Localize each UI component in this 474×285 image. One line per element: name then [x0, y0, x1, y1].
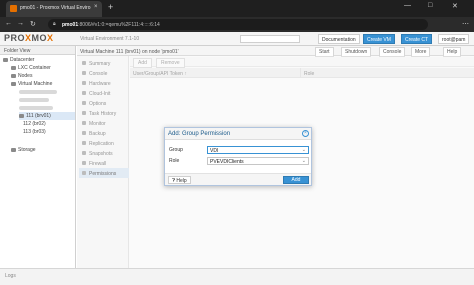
tree-item-vm-111[interactable]: 111 (brv01)	[19, 112, 75, 120]
forward-icon[interactable]: →	[17, 20, 24, 27]
tree-item-blurred[interactable]	[19, 97, 49, 103]
datacenter-icon	[3, 57, 8, 62]
role-select[interactable]: PVEVDIClients ⌄	[207, 157, 309, 165]
address-bar: ← → ↻ 🔒︎ pmo01:8006/#v1:0:=qemu%2F111:4:…	[0, 17, 474, 32]
content-title-bar: Virtual Machine 111 (brv01) on node 'pmo…	[77, 46, 474, 57]
reload-icon[interactable]: ↻	[30, 20, 36, 28]
app-header: PROXMOX Virtual Environment 7.1-10 Docum…	[0, 32, 474, 46]
create-ct-button[interactable]: Create CT	[401, 34, 433, 44]
tree-item-blurred[interactable]	[19, 105, 53, 111]
page-title: Virtual Machine 111 (brv01) on node 'pmo…	[80, 48, 179, 55]
browser-menu-icon[interactable]: ⋯	[462, 20, 469, 28]
documentation-button[interactable]: Documentation	[318, 34, 360, 44]
tab-close-icon[interactable]: ×	[94, 4, 98, 10]
tree-item-nodes[interactable]: Nodes	[11, 73, 32, 79]
log-label: Logs	[5, 273, 16, 279]
search-input[interactable]	[240, 35, 300, 43]
monitor-icon	[19, 113, 24, 118]
tab-title: pmo01 - Proxmox Virtual Enviro	[20, 5, 91, 11]
create-vm-button[interactable]: Create VM	[363, 34, 395, 44]
group-select[interactable]: VDI ⌄	[207, 146, 309, 154]
tree-item-blurred[interactable]	[19, 89, 57, 95]
dialog-title: Add: Group Permission	[168, 131, 231, 137]
tree-item-vm-113[interactable]: 113 (br03)	[23, 129, 46, 135]
proxmox-favicon-icon	[10, 5, 17, 12]
chevron-down-icon[interactable]: ⌄	[302, 158, 306, 164]
role-label: Role	[169, 158, 180, 164]
tree-item-storage[interactable]: Storage	[11, 147, 36, 153]
minimize-icon[interactable]: —	[404, 2, 411, 9]
lock-icon: 🔒︎	[53, 21, 56, 27]
folder-icon	[11, 65, 16, 70]
user-menu-button[interactable]: root@pam	[438, 34, 470, 44]
proxmox-logo: PROXMOX	[4, 33, 54, 43]
tree-item-datacenter[interactable]: Datacenter	[3, 57, 34, 63]
group-label: Group	[169, 147, 183, 153]
browser-tab[interactable]: pmo01 - Proxmox Virtual Enviro ×	[6, 1, 102, 17]
back-icon[interactable]: ←	[5, 20, 12, 27]
window-close-icon[interactable]: ✕	[452, 2, 458, 10]
dialog-help-button[interactable]: ❓︎ Help	[168, 176, 191, 184]
dialog-header: Add: Group Permission ×	[165, 128, 311, 140]
url-text: pmo01:8006/#v1:0:=qemu%2F111:4:::::6:14	[62, 21, 160, 28]
new-tab-button[interactable]: +	[108, 2, 113, 12]
resource-tree: Folder View Datacenter LXC Container Nod…	[0, 46, 76, 268]
tree-view-selector[interactable]: Folder View	[0, 46, 75, 55]
tree-item-lxc[interactable]: LXC Container	[11, 65, 51, 71]
version-label: Virtual Environment 7.1-10	[80, 36, 140, 42]
log-panel[interactable]: Logs	[0, 268, 474, 285]
add-group-permission-dialog: Add: Group Permission × Group VDI ⌄ Role …	[164, 127, 312, 186]
storage-icon	[11, 147, 16, 152]
folder-icon	[11, 73, 16, 78]
tree-item-vm-112[interactable]: 112 (br02)	[23, 121, 46, 127]
close-icon[interactable]: ×	[302, 130, 309, 137]
browser-tab-strip: pmo01 - Proxmox Virtual Enviro × + — □ ✕	[0, 0, 474, 17]
chevron-down-icon[interactable]: ⌄	[302, 147, 306, 153]
dialog-add-button[interactable]: Add	[283, 176, 309, 184]
url-input[interactable]: 🔒︎ pmo01:8006/#v1:0:=qemu%2F111:4:::::6:…	[48, 19, 428, 30]
folder-icon	[11, 81, 16, 86]
dialog-footer: ❓︎ Help Add	[165, 173, 311, 185]
tree-item-vms[interactable]: Virtual Machine	[11, 81, 52, 87]
maximize-icon[interactable]: □	[428, 2, 432, 9]
